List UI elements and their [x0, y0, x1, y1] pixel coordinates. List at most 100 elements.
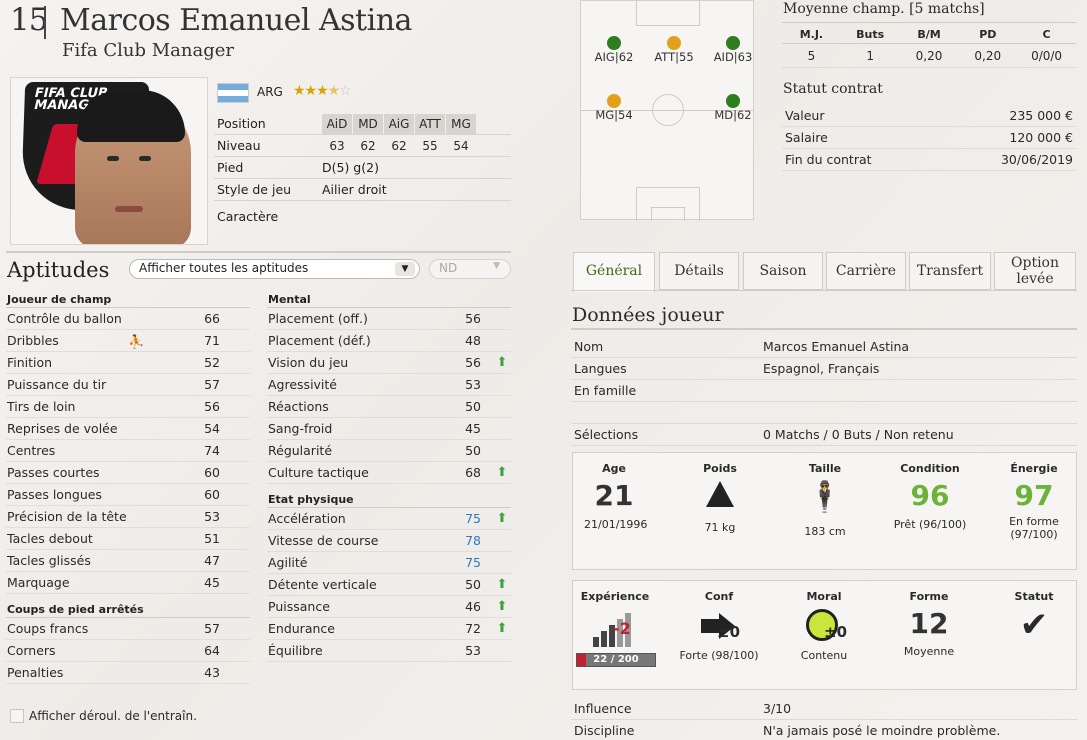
- pitch-player-tag: ATT|55: [654, 50, 694, 64]
- skill-label: Vision du jeu: [268, 355, 349, 370]
- player-data-title: Données joueur: [572, 304, 724, 326]
- skill-label: Régularité: [268, 443, 333, 458]
- skill-value: 50: [465, 577, 481, 592]
- skill-row: Réactions 50: [267, 396, 511, 418]
- season-header: PD: [979, 28, 997, 41]
- contract-table: Valeur 235 000 € Salaire 120 000 € Fin du co…: [782, 105, 1076, 171]
- skill-row: Placement (off.) 56: [267, 308, 511, 330]
- skill-value: 64: [204, 643, 220, 658]
- age-value: 21: [594, 479, 634, 512]
- tab-saison[interactable]: Saison: [743, 252, 823, 290]
- pitch-player-dot[interactable]: [726, 36, 740, 50]
- skill-value: 45: [204, 575, 220, 590]
- nationality-flag: [217, 83, 249, 103]
- skill-row: Corners 64: [6, 640, 250, 662]
- progress-up-icon: [495, 308, 509, 329]
- player-data-table: Nom Marcos Emanuel Astina Langues Espagnol,…: [571, 336, 1077, 446]
- tab-transfert[interactable]: Transfert: [909, 252, 991, 290]
- skill-value: 72: [465, 621, 481, 636]
- skill-value: 56: [465, 355, 481, 370]
- position-codes: AiD MD AiG ATT MG: [322, 113, 477, 134]
- progress-up-icon: [234, 506, 248, 527]
- condition-label: Condition: [900, 462, 960, 475]
- skill-label: Puissance: [268, 599, 330, 614]
- age-label: Age: [602, 462, 626, 475]
- skill-label: Précision de la tête: [7, 509, 127, 524]
- progress-up-icon: ⬆: [496, 599, 508, 614]
- skill-value: 78: [465, 533, 481, 548]
- skill-row: Penalties 43: [6, 662, 250, 684]
- progress-up-icon: [234, 484, 248, 505]
- form-status: Moyenne: [903, 645, 955, 658]
- skill-row: Marquage 45: [6, 572, 250, 594]
- condition-status: Prêt (96/100): [893, 518, 967, 531]
- pitch-player-dot[interactable]: [726, 94, 740, 108]
- progress-up-icon: [234, 572, 248, 593]
- skill-label: Tacles glissés: [7, 553, 91, 568]
- skill-label: Tirs de loin: [7, 399, 76, 414]
- skill-row: Culture tactique 68 ⬆: [267, 462, 511, 484]
- skill-row: Vitesse de course 78: [267, 530, 511, 552]
- skill-row: Agilité 75: [267, 552, 511, 574]
- season-average-title: Moyenne champ. [5 matchs]: [783, 1, 985, 17]
- tab-option-lev-e[interactable]: Option levée: [994, 252, 1076, 290]
- skill-value: 45: [465, 421, 481, 436]
- position-code: AiG: [384, 113, 414, 134]
- skill-row: Tacles debout 51: [6, 528, 250, 550]
- confidence-label: Conf: [704, 590, 734, 603]
- aptitudes-filter-dropdown[interactable]: Afficher toutes les aptitudes ▼: [129, 259, 420, 279]
- skill-label: Penalties: [7, 665, 64, 680]
- secondary-filter-dropdown[interactable]: ND ▼: [429, 259, 511, 279]
- skill-value: 56: [465, 311, 481, 326]
- tab-d-tails[interactable]: Détails: [659, 252, 739, 290]
- training-progress-checkbox[interactable]: [10, 709, 24, 723]
- season-header: C: [1042, 28, 1051, 41]
- skill-label: Reprises de volée: [7, 421, 118, 436]
- pitch-player-dot[interactable]: [667, 36, 681, 50]
- skill-value: 46: [465, 599, 481, 614]
- club-name: Fifa Club Manager: [62, 40, 234, 61]
- skill-value: 75: [465, 511, 481, 526]
- height-label: Taille: [808, 462, 842, 475]
- skill-row: Régularité 50: [267, 440, 511, 462]
- skill-row: Centres 74: [6, 440, 250, 462]
- skill-row: Passes longues 60: [6, 484, 250, 506]
- skill-label: Passes courtes: [7, 465, 100, 480]
- energy-value: 97: [1014, 479, 1054, 512]
- skill-label: Sang-froid: [268, 421, 333, 436]
- skill-label: Placement (off.): [268, 311, 368, 326]
- energy-label: Énergie: [1010, 462, 1058, 475]
- progress-up-icon: [495, 330, 509, 351]
- checkmark-icon: ✔: [1019, 605, 1049, 645]
- progress-up-icon: [234, 528, 248, 549]
- tab-g-n-ral[interactable]: Général: [573, 252, 655, 292]
- experience-label: Expérience: [580, 590, 650, 603]
- position-level: 62: [360, 138, 376, 153]
- progress-up-icon: ⬆: [496, 621, 508, 636]
- pitch-player-dot[interactable]: [607, 36, 621, 50]
- contract-row: Valeur 235 000 €: [782, 105, 1076, 127]
- skill-label: Corners: [7, 643, 56, 658]
- morale-ball-icon: ±0: [802, 609, 847, 643]
- progress-up-icon: [234, 640, 248, 661]
- progress-up-icon: [234, 550, 248, 571]
- position-code: MG: [446, 113, 476, 134]
- status-label: Statut: [1014, 590, 1054, 603]
- position-level: 63: [329, 138, 345, 153]
- tab-carri-re[interactable]: Carrière: [826, 252, 906, 290]
- confidence-status: Forte (98/100): [679, 649, 759, 662]
- skill-row: Coups francs 57: [6, 618, 250, 640]
- skill-label: Agilité: [268, 555, 308, 570]
- player-name: Marcos Emanuel Astina: [60, 3, 412, 38]
- season-average-table: M.J. Buts B/M PD C 5 1 0,20 0,20 0/0/0: [782, 28, 1076, 68]
- contract-row: Fin du contrat 30/06/2019: [782, 149, 1076, 171]
- height-icon: 🕴: [806, 480, 844, 515]
- skill-label: Réactions: [268, 399, 329, 414]
- experience-bars-icon: -2: [593, 609, 637, 647]
- progress-up-icon: [495, 396, 509, 417]
- skill-value: 53: [204, 509, 220, 524]
- position-code: ATT: [415, 113, 445, 134]
- skill-value: 56: [204, 399, 220, 414]
- pitch-player-dot[interactable]: [607, 94, 621, 108]
- skill-label: Placement (déf.): [268, 333, 371, 348]
